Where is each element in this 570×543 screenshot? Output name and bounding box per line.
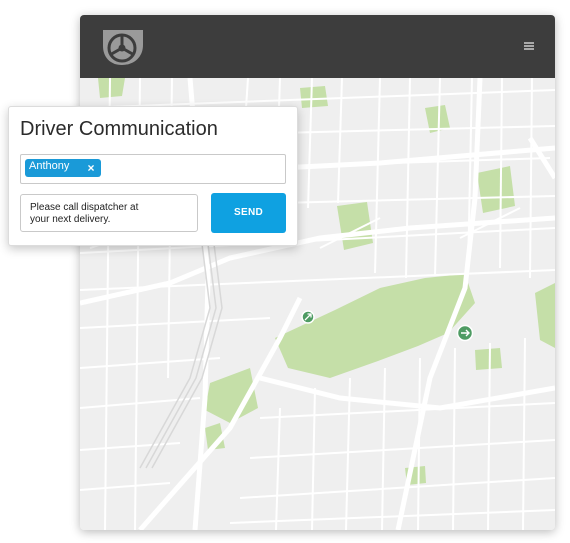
recipient-chip: Anthony ×: [25, 159, 101, 177]
map-marker-arrow[interactable]: [301, 310, 315, 324]
message-line-2: your next delivery.: [30, 214, 111, 225]
map-marker-arrow-right[interactable]: [456, 324, 474, 342]
recipient-chip-label: Anthony: [29, 160, 70, 172]
close-icon[interactable]: ×: [85, 161, 97, 175]
recipients-input[interactable]: Anthony ×: [20, 154, 286, 184]
message-field[interactable]: Please call dispatcher at your next deli…: [20, 194, 198, 232]
send-button[interactable]: SEND: [211, 193, 286, 233]
steering-wheel-logo-icon: [103, 30, 143, 65]
hamburger-menu-icon[interactable]: [522, 39, 536, 53]
message-line-1: Please call dispatcher at: [30, 202, 139, 213]
top-bar: [80, 15, 555, 78]
driver-communication-panel: Driver Communication Anthony × Please ca…: [8, 106, 298, 246]
app-window: [80, 15, 555, 530]
panel-title: Driver Communication: [20, 118, 218, 140]
